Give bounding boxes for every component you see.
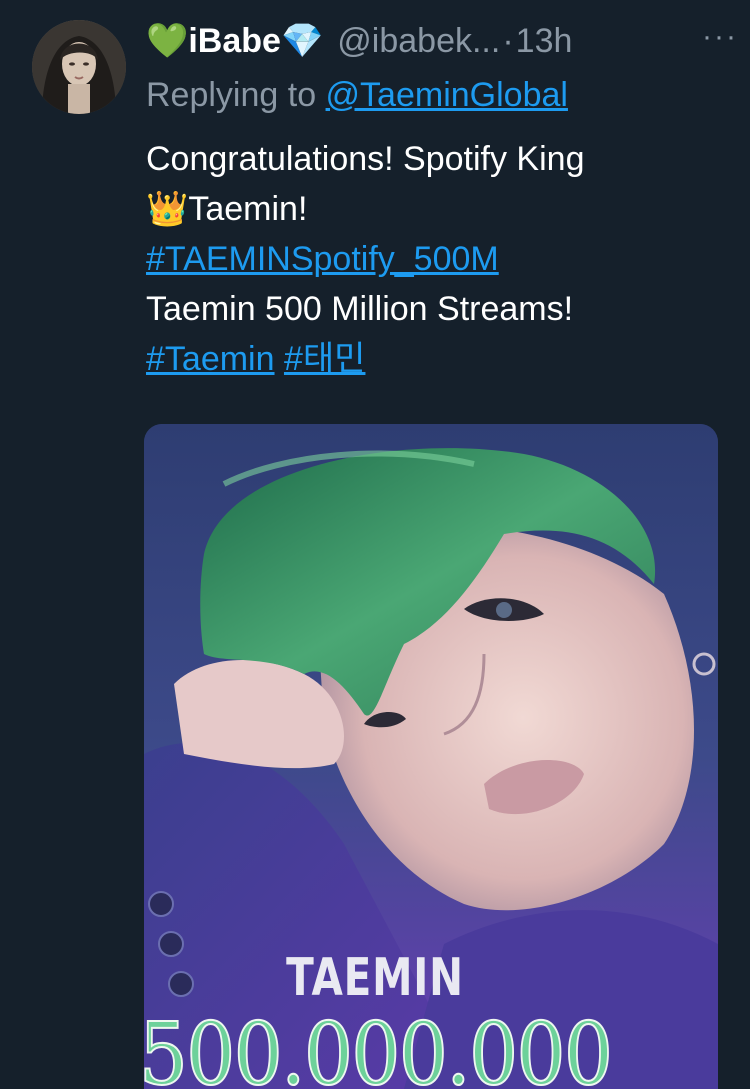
tweet-time[interactable]: 13h	[516, 22, 573, 61]
hashtag-taemin[interactable]: #Taemin	[146, 340, 275, 378]
tweet-body: Congratulations! Spotify King 👑Taemin! #…	[146, 134, 726, 384]
gem-icon: 💎	[280, 22, 324, 60]
crown-icon: 👑	[146, 190, 189, 228]
tweet-header: 💚 iBabe 💎 @ibabek... · 13h	[146, 14, 726, 68]
green-heart-icon: 💚	[146, 22, 189, 60]
author-display-name: iBabe	[188, 21, 281, 60]
hashtag-taemin-korean[interactable]: #태민	[284, 340, 365, 378]
reply-context: Replying to @TaeminGlobal	[146, 68, 726, 122]
separator-dot: ·	[502, 21, 514, 60]
author-name[interactable]: 💚 iBabe 💎	[146, 21, 323, 61]
body-line-3: #TAEMINSpotify_500M	[146, 234, 726, 284]
avatar-image	[32, 20, 126, 114]
body-line-2: 👑Taemin!	[146, 184, 726, 234]
body-line-2-text: Taemin!	[188, 190, 308, 228]
body-line-4: Taemin 500 Million Streams!	[146, 290, 574, 328]
media-caption-count: 500.000.000	[138, 1004, 614, 1089]
more-options-icon[interactable]: ···	[702, 20, 738, 54]
media-caption-name: TAEMIN	[286, 948, 464, 1008]
hashtag-taeminspotify[interactable]: #TAEMINSpotify_500M	[146, 240, 499, 278]
body-line-1: Congratulations! Spotify King	[146, 140, 585, 178]
reply-target-link[interactable]: @TaeminGlobal	[326, 76, 568, 114]
tweet: 💚 iBabe 💎 @ibabek... · 13h ··· Replying …	[0, 0, 750, 1089]
tweet-content: 💚 iBabe 💎 @ibabek... · 13h ··· Replying …	[146, 14, 736, 384]
body-line-5: #Taemin #태민	[146, 334, 726, 384]
reply-prefix: Replying to	[146, 76, 326, 114]
author-handle[interactable]: @ibabek...	[337, 22, 500, 61]
avatar[interactable]	[32, 20, 126, 114]
